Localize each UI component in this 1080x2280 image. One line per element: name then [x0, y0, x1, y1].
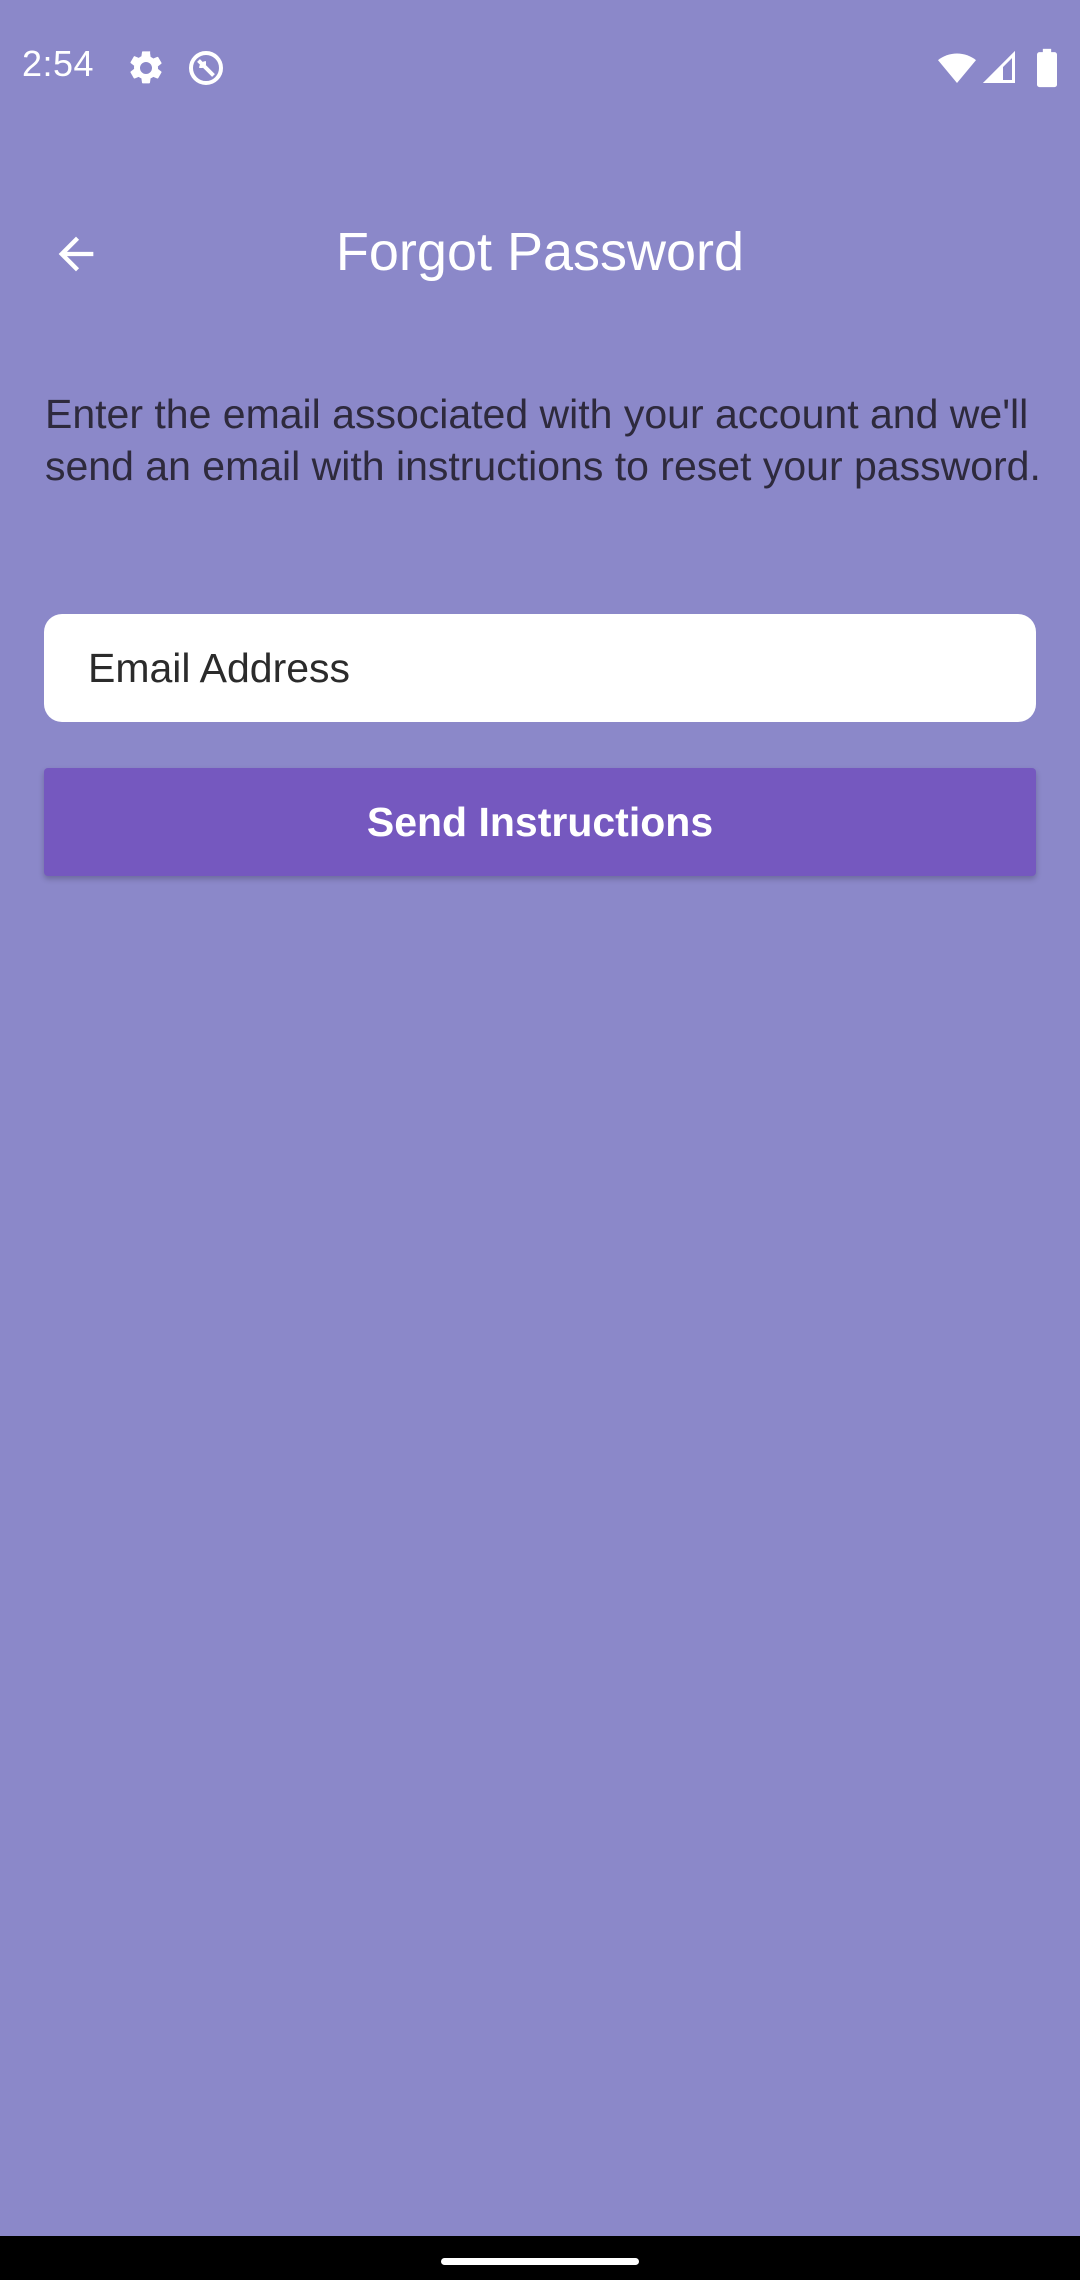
- send-instructions-button[interactable]: Send Instructions: [44, 768, 1036, 876]
- instructions-text: Enter the email associated with your acc…: [45, 391, 1041, 489]
- battery-icon: [1032, 48, 1062, 88]
- forgot-password-screen: 2:54 Forgot Password Enter the email ass…: [0, 0, 1080, 2236]
- status-time: 2:54: [22, 43, 95, 84]
- settings-gear-icon: [126, 48, 166, 88]
- status-bar: 2:54: [0, 0, 1080, 136]
- do-not-disturb-icon: [186, 48, 226, 88]
- navigation-bar: [0, 2236, 1080, 2280]
- cellular-signal-icon: [982, 48, 1018, 88]
- wifi-icon: [936, 48, 978, 88]
- home-indicator[interactable]: [441, 2258, 639, 2265]
- page-title: Forgot Password: [335, 222, 745, 282]
- app-bar: Forgot Password: [0, 190, 1080, 310]
- email-input[interactable]: [88, 614, 992, 722]
- email-field[interactable]: [44, 614, 1036, 722]
